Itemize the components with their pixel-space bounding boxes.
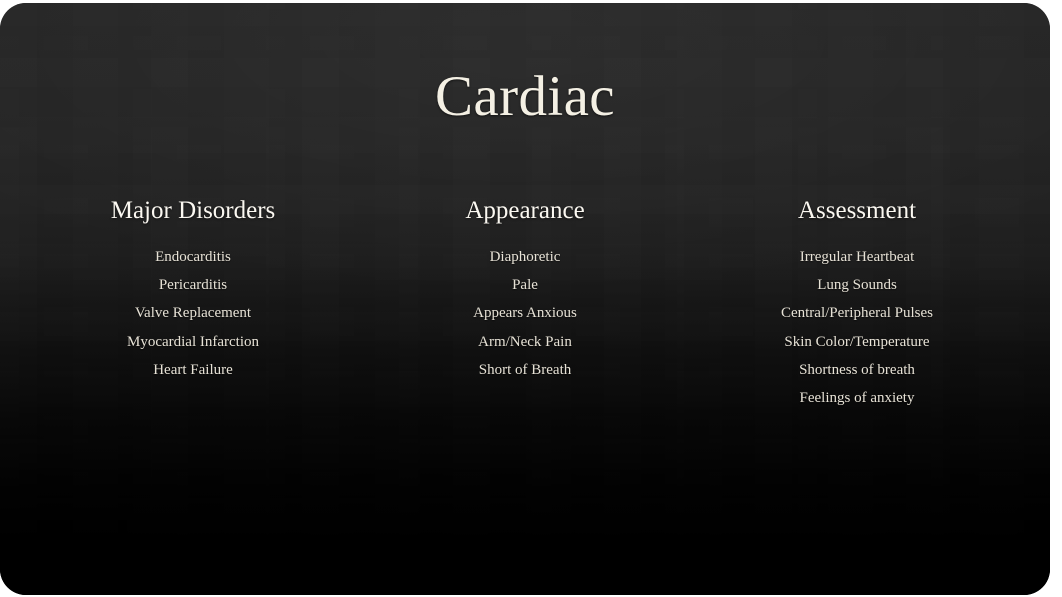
list-item: Arm/Neck Pain <box>478 333 572 350</box>
slide-columns: Major Disorders Endocarditis Pericarditi… <box>30 196 1020 412</box>
column-major-disorders: Major Disorders Endocarditis Pericarditi… <box>30 196 360 384</box>
list-item: Heart Failure <box>153 361 233 378</box>
list-major-disorders: Endocarditis Pericarditis Valve Replacem… <box>28 243 358 384</box>
column-appearance: Appearance Diaphoretic Pale Appears Anxi… <box>360 196 690 384</box>
list-appearance: Diaphoretic Pale Appears Anxious Arm/Nec… <box>360 243 690 384</box>
slide-content: Cardiac Major Disorders Endocarditis Per… <box>0 3 1050 595</box>
list-item: Myocardial Infarction <box>126 333 260 350</box>
column-assessment: Assessment Irregular Heartbeat Lung Soun… <box>690 196 1020 412</box>
list-item: Skin Color/Temperature <box>784 333 930 350</box>
list-item: Pale <box>512 277 538 294</box>
list-item: Short of Breath <box>478 361 572 378</box>
list-item: Central/Peripheral Pulses <box>780 305 934 322</box>
column-heading-assessment: Assessment <box>797 197 917 224</box>
list-assessment: Irregular Heartbeat Lung Sounds Central/… <box>692 243 1022 412</box>
list-item: Diaphoretic <box>489 249 561 265</box>
list-item: Valve Replacement <box>134 305 252 322</box>
list-item: Appears Anxious <box>473 305 577 322</box>
column-heading-major-disorders: Major Disorders <box>110 197 276 224</box>
list-item: Endocarditis <box>155 249 231 265</box>
list-item: Shortness of breath <box>799 361 915 378</box>
list-item: Lung Sounds <box>817 277 897 294</box>
column-heading-appearance: Appearance <box>465 197 585 224</box>
list-item: Pericarditis <box>158 277 228 294</box>
list-item: Irregular Heartbeat <box>799 249 915 265</box>
presentation-slide: Cardiac Major Disorders Endocarditis Per… <box>0 3 1050 595</box>
slide-title: Cardiac <box>434 65 616 128</box>
list-item: Feelings of anxiety <box>799 390 915 407</box>
